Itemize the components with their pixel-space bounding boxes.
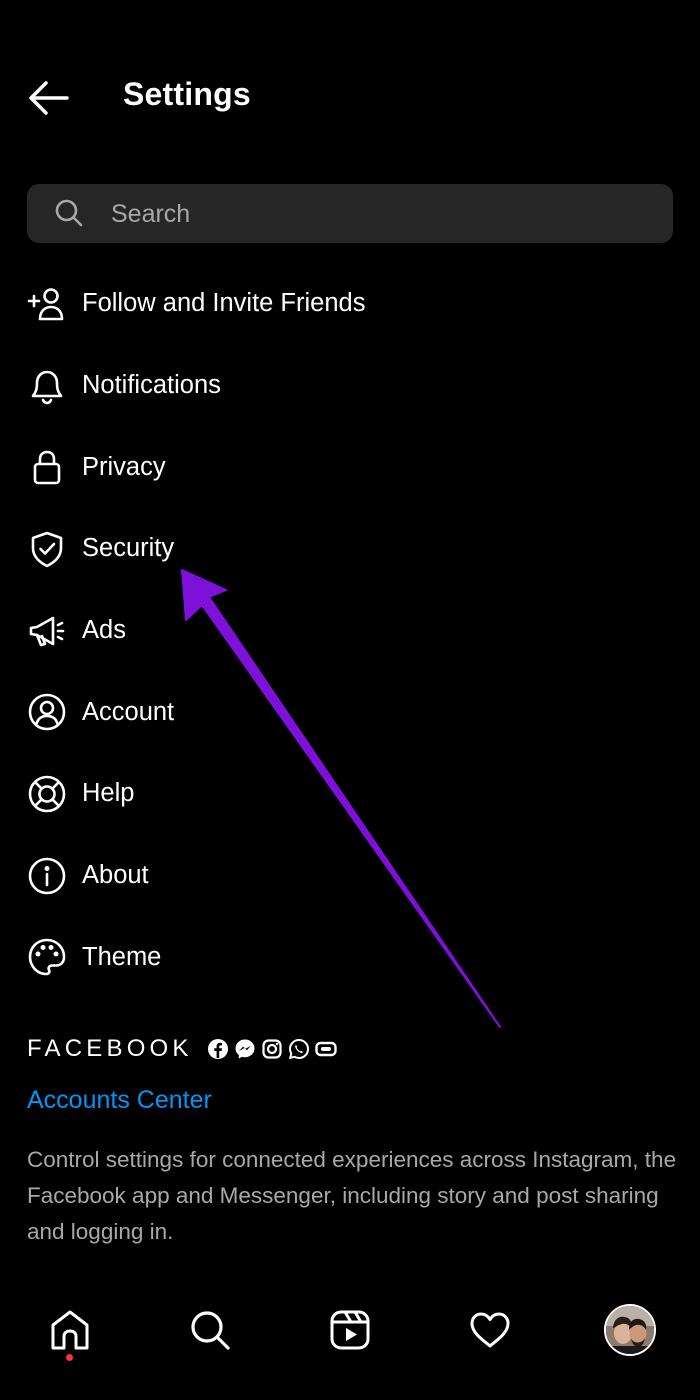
- menu-item-label: Follow and Invite Friends: [82, 289, 366, 318]
- search-bar[interactable]: [27, 184, 673, 245]
- home-notification-dot: [66, 1354, 73, 1361]
- lock-icon: [27, 447, 67, 487]
- info-icon: [27, 856, 67, 896]
- whatsapp-icon: [288, 1038, 310, 1060]
- back-arrow-icon[interactable]: [26, 78, 70, 118]
- lifebuoy-icon: [27, 774, 67, 814]
- profile-avatar[interactable]: [604, 1304, 656, 1356]
- menu-item-label: Privacy: [82, 452, 166, 481]
- menu-item-theme[interactable]: Theme: [0, 917, 700, 999]
- add-person-icon: [27, 284, 67, 324]
- menu-item-label: Theme: [82, 942, 162, 971]
- accounts-center-link[interactable]: Accounts Center: [27, 1086, 212, 1115]
- portal-icon: [314, 1038, 337, 1060]
- header: Settings: [0, 0, 700, 195]
- heart-icon[interactable]: [465, 1305, 515, 1355]
- reels-icon[interactable]: [325, 1305, 375, 1355]
- bottom-nav: [0, 1285, 700, 1400]
- facebook-icon: [207, 1038, 229, 1060]
- bell-icon: [27, 366, 67, 406]
- search-icon: [54, 198, 84, 228]
- messenger-icon: [234, 1038, 256, 1060]
- menu-item-label: About: [82, 861, 149, 890]
- menu-item-follow-invite[interactable]: Follow and Invite Friends: [0, 263, 700, 345]
- menu-item-help[interactable]: Help: [0, 753, 700, 835]
- menu-item-label: Ads: [82, 616, 126, 645]
- menu-item-account[interactable]: Account: [0, 671, 700, 753]
- search-icon[interactable]: [185, 1305, 235, 1355]
- menu-item-label: Account: [82, 697, 175, 726]
- page-title: Settings: [123, 76, 251, 112]
- shield-check-icon: [27, 529, 67, 569]
- menu-item-label: Help: [82, 779, 135, 808]
- palette-icon: [27, 937, 67, 977]
- accounts-center-description: Control settings for connected experienc…: [27, 1147, 677, 1244]
- facebook-brand-row: FACEBOOK: [27, 1034, 337, 1064]
- menu-item-security[interactable]: Security: [0, 508, 700, 590]
- menu-item-ads[interactable]: Ads: [0, 590, 700, 672]
- menu-item-privacy[interactable]: Privacy: [0, 426, 700, 508]
- meta-app-icons: [207, 1038, 337, 1060]
- menu-item-label: Notifications: [82, 371, 221, 400]
- search-input[interactable]: [109, 184, 653, 245]
- settings-menu: Follow and Invite Friends Notifications …: [0, 263, 700, 998]
- account-circle-icon: [27, 692, 67, 732]
- menu-item-notifications[interactable]: Notifications: [0, 345, 700, 427]
- facebook-wordmark: FACEBOOK: [27, 1035, 193, 1062]
- instagram-icon: [261, 1038, 283, 1060]
- menu-item-about[interactable]: About: [0, 835, 700, 917]
- home-icon[interactable]: [45, 1305, 95, 1355]
- megaphone-icon: [27, 611, 67, 651]
- menu-item-label: Security: [82, 534, 175, 563]
